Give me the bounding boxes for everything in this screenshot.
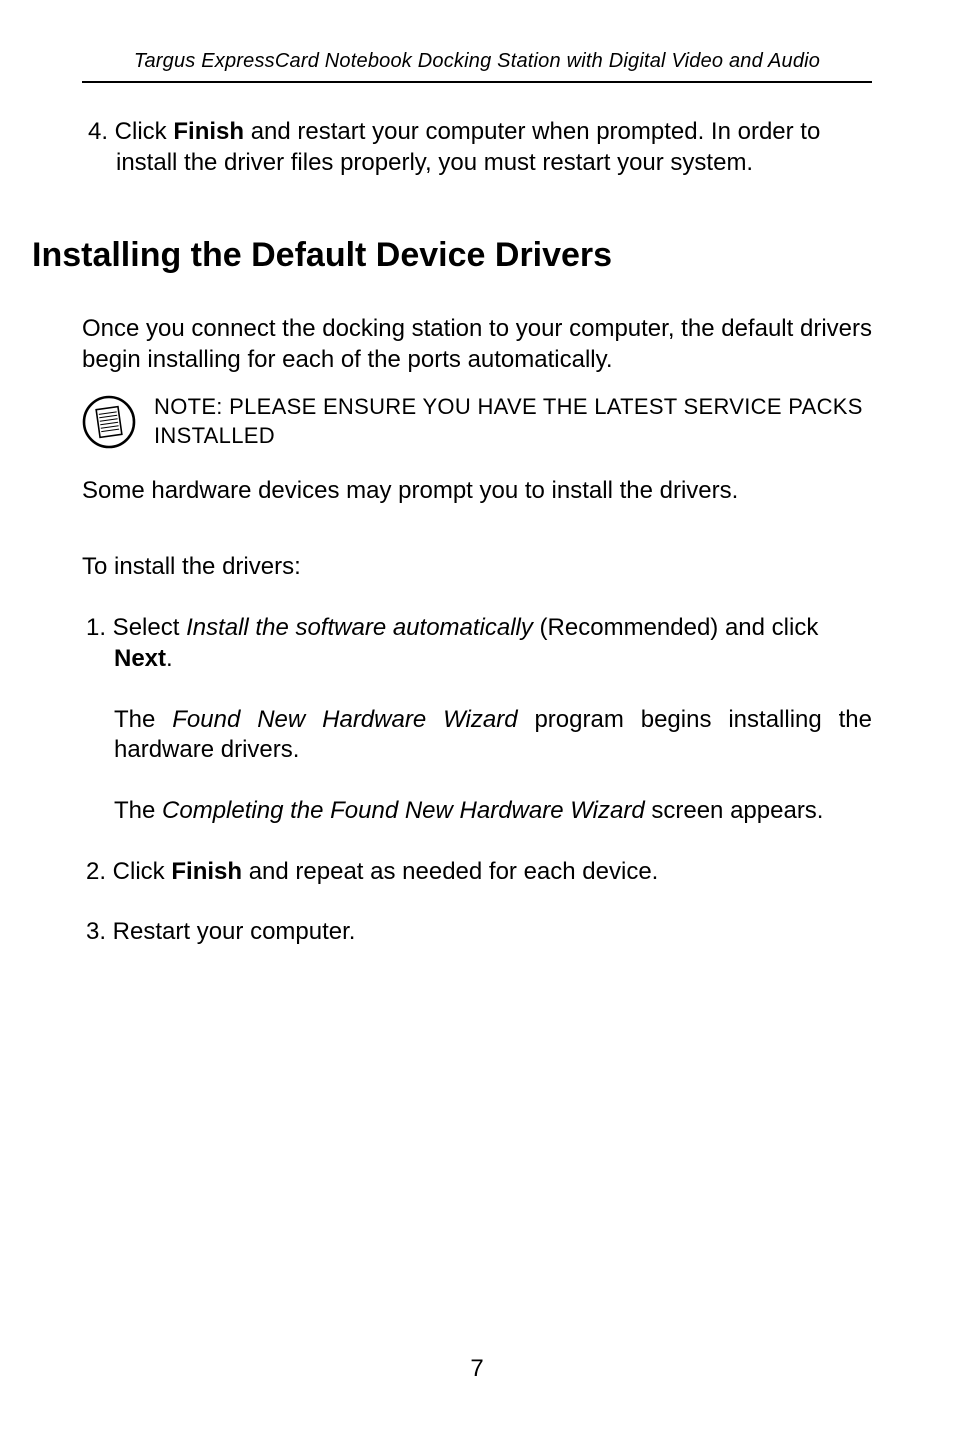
step-1-para-3: The Completing the Found New Hardware Wi… [82,796,872,827]
text: screen appears. [645,797,824,824]
intro-paragraph: Once you connect the docking station to … [82,314,872,375]
text: (Recommended) and click [533,614,818,641]
prior-step-4: 4. Click Finish and restart your compute… [88,117,872,178]
text: 1. Select [86,614,186,641]
text: 4. Click [88,118,173,145]
bold-finish: Finish [173,118,244,145]
note-callout: NOTE: PLEASE ENSURE YOU HAVE THE LATEST … [82,393,872,449]
bold-finish: Finish [171,858,242,885]
step-1-para-2: The Found New Hardware Wizard program be… [82,705,872,766]
page-content: Targus ExpressCard Notebook Docking Stat… [0,0,954,948]
italic: Install the software automatically [186,614,533,641]
to-install-lead: To install the drivers: [82,552,872,583]
text: The [114,706,172,733]
step-3: 3. Restart your computer. [82,917,872,948]
bold-next: Next [114,645,166,672]
running-header: Targus ExpressCard Notebook Docking Stat… [82,50,872,81]
note-text: NOTE: PLEASE ENSURE YOU HAVE THE LATEST … [154,393,872,449]
page-number: 7 [0,1355,954,1383]
header-rule [82,81,872,83]
step-2: 2. Click Finish and repeat as needed for… [82,857,872,888]
some-hardware-paragraph: Some hardware devices may prompt you to … [82,476,872,507]
text: The [114,797,162,824]
step-1: 1. Select Install the software automatic… [82,613,872,674]
text: . [166,645,173,672]
text: 2. Click [86,858,171,885]
italic: Found New Hardware Wizard [172,706,517,733]
italic: Completing the Found New Hardware Wizard [162,797,645,824]
section-heading: Installing the Default Device Drivers [32,234,872,278]
body-text: 4. Click Finish and restart your compute… [82,117,872,948]
text: and repeat as needed for each device. [242,858,658,885]
note-icon [82,395,136,449]
